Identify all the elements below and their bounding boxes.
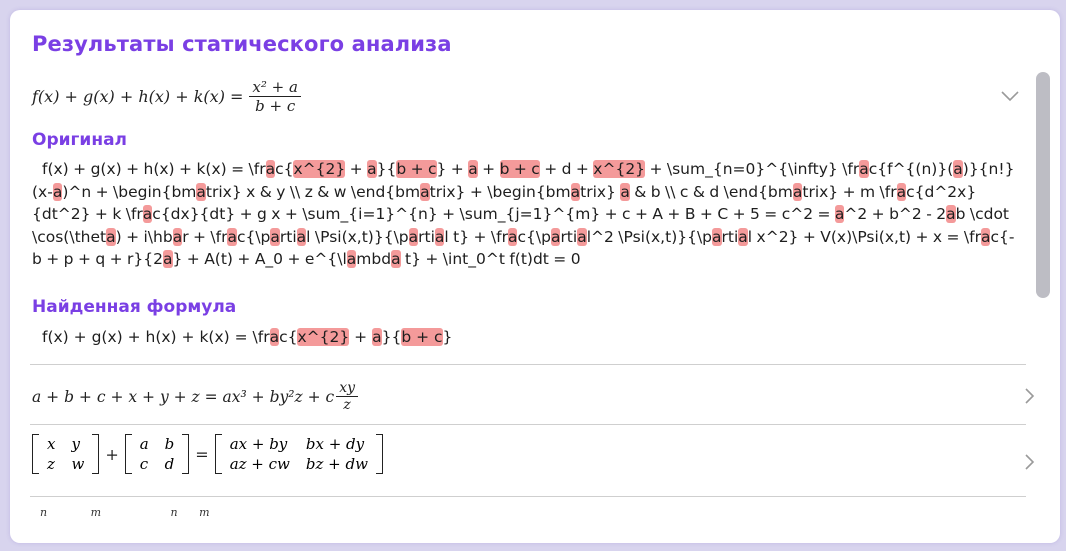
divider bbox=[30, 424, 1026, 425]
formula-entry-partial[interactable]: n m n m bbox=[40, 506, 210, 519]
fraction-denominator: b + c bbox=[255, 97, 296, 115]
scrollbar-thumb[interactable] bbox=[1036, 72, 1050, 298]
divider bbox=[30, 364, 1026, 365]
formula-render: a + b + c + x + y + z = ax³ + by²z + c x… bbox=[32, 380, 358, 413]
matrix-ab: ab cd bbox=[124, 434, 190, 474]
formula-text: a + b + c + x + y + z = ax³ + by²z + c bbox=[32, 387, 335, 406]
matrix-result: ax + by bx + dy az + cw bz + dw bbox=[214, 434, 383, 474]
found-formula-text: f(x) + g(x) + h(x) + k(x) = \frac{x^{2} … bbox=[42, 328, 453, 346]
section-original-heading: Оригинал bbox=[32, 130, 127, 150]
fraction-denominator: z bbox=[343, 397, 351, 413]
formula-fraction: xy z bbox=[336, 380, 358, 413]
formula-entry[interactable]: xy zw + ab cd = ax + bybx + dy az + cw bbox=[30, 430, 1035, 496]
formula-fraction: x² + a b + c bbox=[249, 78, 301, 115]
formula-lhs: f(x) + g(x) + h(x) + k(x) = bbox=[32, 87, 244, 106]
chevron-right-icon[interactable] bbox=[1022, 452, 1036, 472]
formula-render: xy zw + ab cd = ax + bybx + dy az + cw bbox=[32, 434, 383, 474]
matrix-xy: xy zw bbox=[32, 434, 100, 474]
fraction-numerator: xy bbox=[336, 380, 358, 397]
formula-entry-expanded[interactable]: f(x) + g(x) + h(x) + k(x) = x² + a b + c bbox=[30, 72, 1010, 124]
results-panel: Результаты статического анализа f(x) + g… bbox=[10, 10, 1060, 543]
panel-title: Результаты статического анализа bbox=[32, 32, 452, 56]
chevron-down-icon[interactable] bbox=[1000, 86, 1020, 106]
chevron-right-icon[interactable] bbox=[1022, 386, 1036, 406]
formula-entry[interactable]: a + b + c + x + y + z = ax³ + by²z + c x… bbox=[30, 372, 1035, 424]
formula-render: f(x) + g(x) + h(x) + k(x) = x² + a b + c bbox=[32, 78, 301, 115]
fraction-numerator: x² + a bbox=[249, 78, 301, 97]
original-source-text: f(x) + g(x) + h(x) + k(x) = \frac{x^{2} … bbox=[32, 160, 1015, 268]
section-found-heading: Найденная формула bbox=[32, 297, 237, 317]
divider bbox=[30, 496, 1026, 497]
